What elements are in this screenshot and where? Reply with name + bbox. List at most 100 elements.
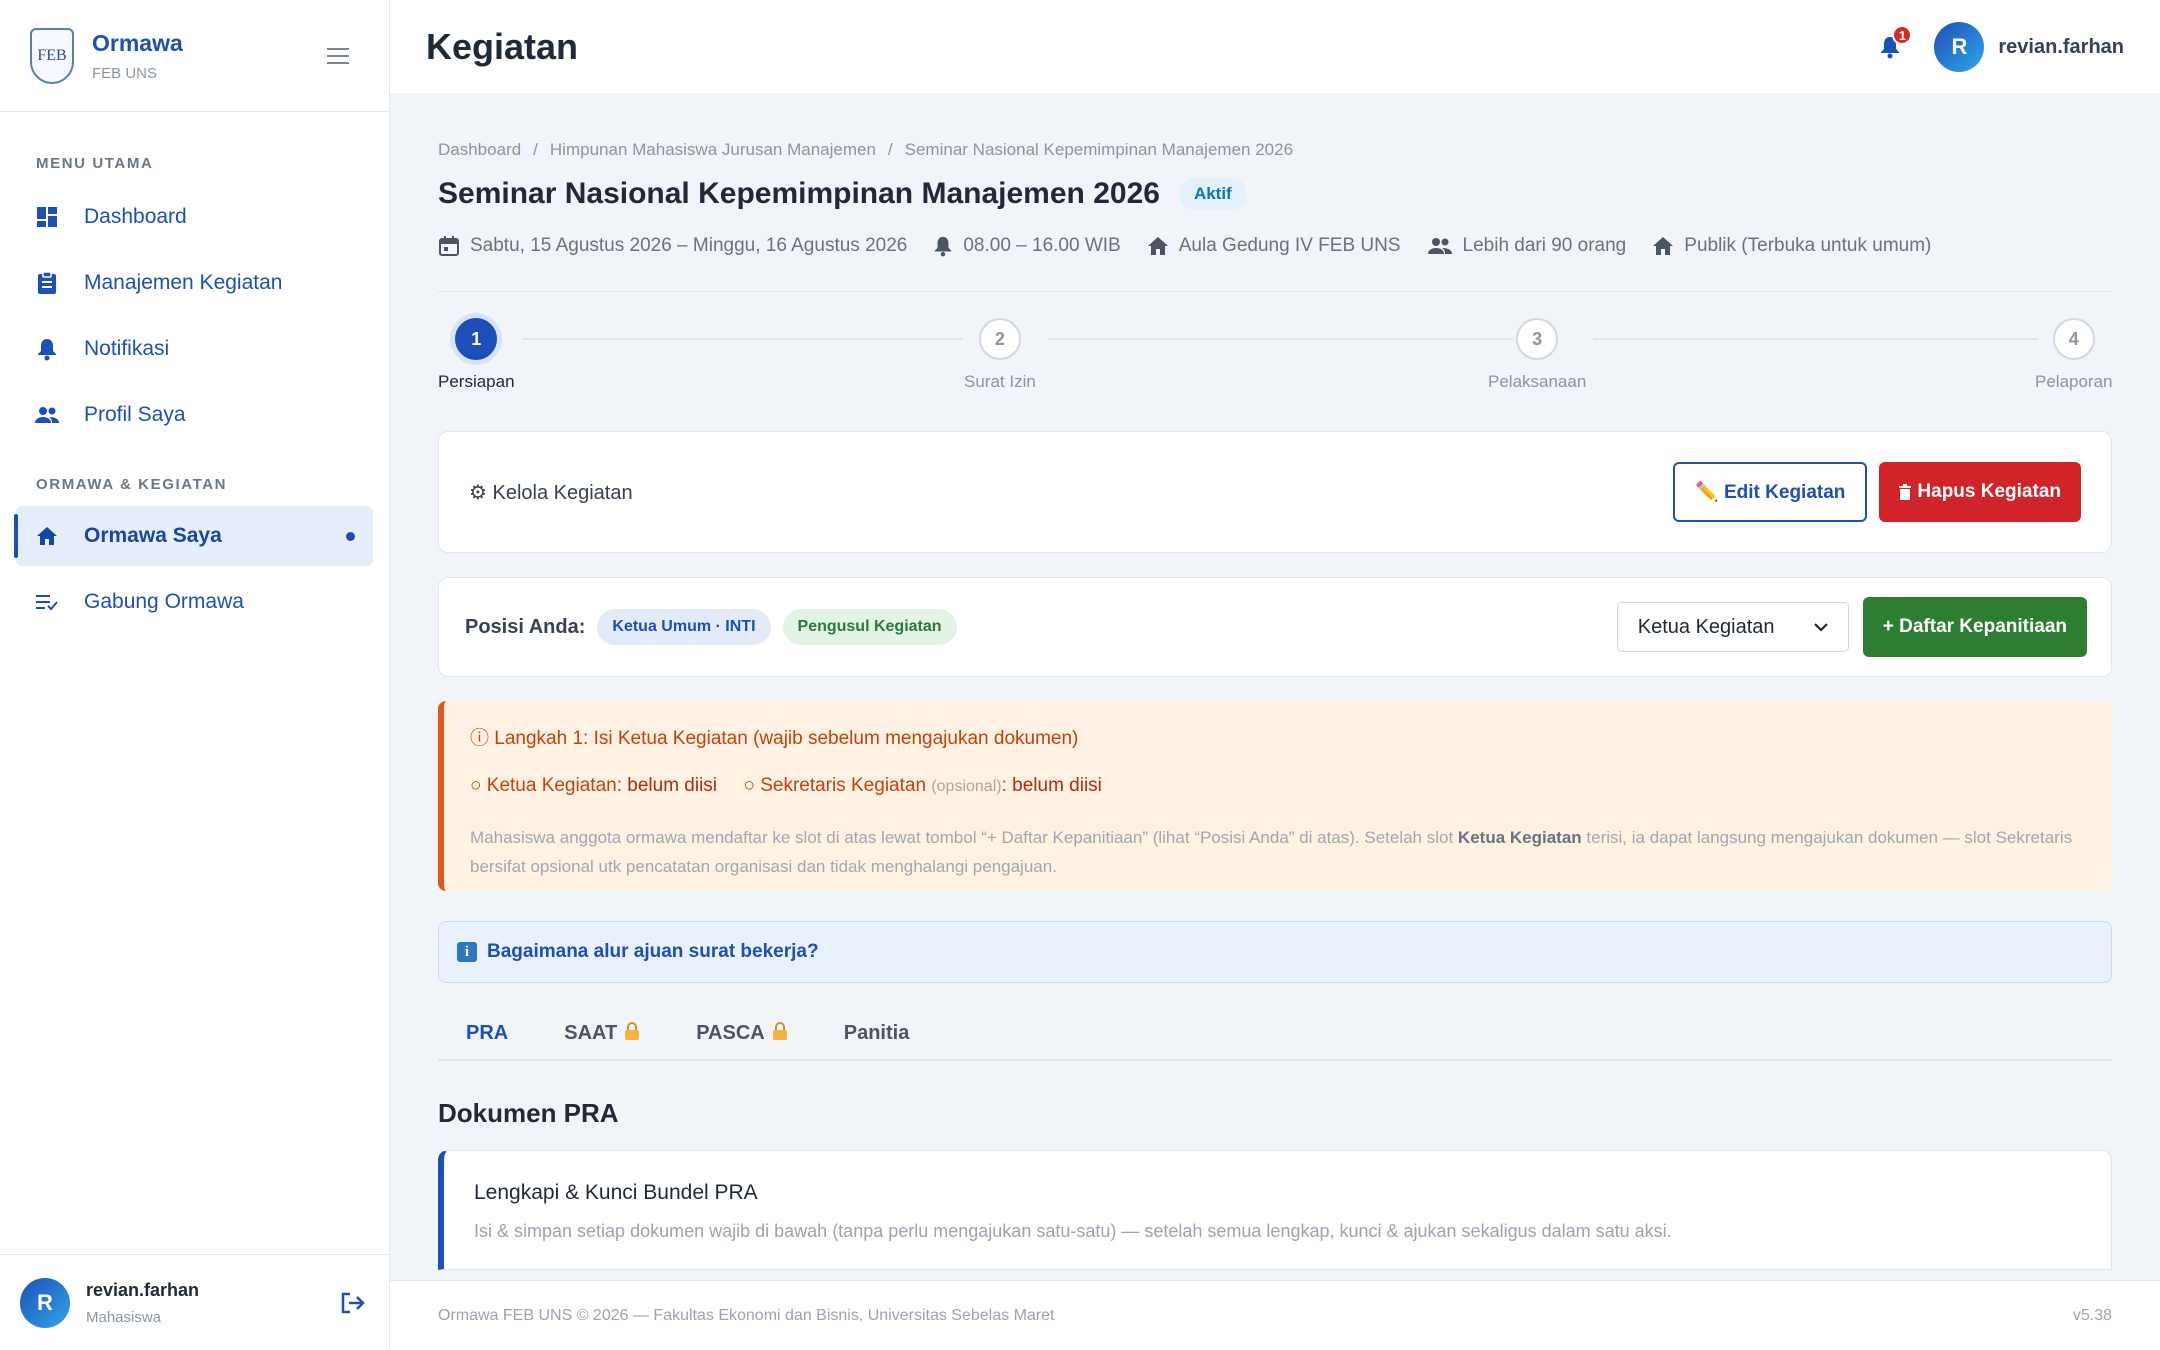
home-icon: [1147, 237, 1168, 255]
breadcrumb-ormawa[interactable]: Himpunan Mahasiswa Jurusan Manajemen: [550, 140, 876, 159]
active-indicator-dot: [346, 531, 355, 541]
notification-count-badge: 1: [1892, 25, 1913, 45]
sidebar-item-notifikasi[interactable]: Notifikasi: [16, 319, 373, 379]
sidebar-user-info: revian.farhan Mahasiswa: [86, 1280, 337, 1326]
lock-icon: [772, 1022, 787, 1040]
people-icon: [1427, 238, 1452, 254]
page-title: Kegiatan: [426, 26, 579, 67]
status-badge: Aktif: [1179, 178, 1246, 210]
activity-visibility: Publik (Terbuka untuk umum): [1684, 235, 1932, 256]
bundle-pra-card: Lengkapi & Kunci Bundel PRA Isi & simpan…: [438, 1150, 2112, 1270]
position-chip-pengusul: Pengusul Kegiatan: [782, 609, 957, 645]
activity-title-row: Seminar Nasional Kepemimpinan Manajemen …: [438, 177, 1246, 211]
stepper-line: [1048, 338, 1513, 340]
step-persiapan[interactable]: 1 Persiapan: [438, 318, 515, 392]
divider: [438, 291, 2112, 292]
hapus-kegiatan-button[interactable]: Hapus Kegiatan: [1879, 462, 2081, 522]
edit-kegiatan-button[interactable]: ✏️ Edit Kegiatan: [1673, 462, 1868, 522]
breadcrumb-dashboard[interactable]: Dashboard: [438, 140, 521, 159]
sidebar-item-label: Dashboard: [84, 205, 187, 228]
bell-icon: [34, 336, 60, 362]
stepper-line: [523, 338, 963, 340]
activity-meta: Sabtu, 15 Agustus 2026 – Minggu, 16 Agus…: [438, 235, 1957, 257]
section-title: Dokumen PRA: [438, 1098, 619, 1128]
home-icon: [1653, 237, 1674, 255]
trash-icon: [1899, 484, 1912, 500]
activity-time: 08.00 – 16.00 WIB: [963, 235, 1121, 256]
section-label-org: ORMAWA & KEGIATAN: [36, 476, 228, 493]
posisi-anda-card: Posisi Anda: Ketua Umum · INTI Pengusul …: [438, 577, 2112, 677]
sidebar-item-ormawa-saya[interactable]: Ormawa Saya: [14, 506, 373, 566]
bell-icon: [935, 236, 952, 257]
bundle-title: Lengkapi & Kunci Bundel PRA: [474, 1181, 758, 1204]
info-text: Bagaimana alur ajuan surat bekerja?: [487, 941, 819, 962]
alur-ajuan-info-toggle[interactable]: i Bagaimana alur ajuan surat bekerja?: [438, 921, 2112, 983]
step-pelaporan[interactable]: 4 Pelaporan: [2035, 318, 2113, 392]
app-name: Ormawa: [92, 29, 183, 56]
role-select[interactable]: Ketua Kegiatan: [1616, 602, 1849, 652]
sidebar-user-role: Mahasiswa: [86, 1308, 162, 1326]
sidebar-user-name: revian.farhan: [86, 1279, 200, 1300]
sidebar: FEB Ormawa FEB UNS MENU UTAMA Dashboard …: [0, 0, 390, 1350]
sidebar-item-label: Manajemen Kegiatan: [84, 271, 283, 294]
sidebar-item-label: Profil Saya: [84, 403, 186, 426]
app-subtitle: FEB UNS: [92, 64, 158, 82]
logout-icon[interactable]: [337, 1287, 369, 1319]
activity-date: Sabtu, 15 Agustus 2026 – Minggu, 16 Agus…: [470, 235, 908, 256]
list-add-icon: [34, 589, 60, 615]
posisi-label: Posisi Anda:: [465, 615, 586, 638]
sidebar-item-gabung-ormawa[interactable]: Gabung Ormawa: [16, 572, 373, 632]
kelola-label: ⚙ Kelola Kegiatan: [469, 481, 633, 504]
dashboard-icon: [34, 204, 60, 230]
activity-place: Aula Gedung IV FEB UNS: [1178, 235, 1401, 256]
notification-bell-icon[interactable]: 1: [1870, 25, 1913, 67]
info-icon: i: [457, 942, 477, 962]
sidebar-item-label: Ormawa Saya: [84, 524, 222, 547]
circle-icon: ○: [470, 775, 482, 796]
sidebar-item-manajemen-kegiatan[interactable]: Manajemen Kegiatan: [16, 253, 373, 313]
progress-stepper: 1 Persiapan 2 Surat Izin 3 Pelaksanaan 4…: [438, 318, 2113, 398]
warning-title: ⓘ Langkah 1: Isi Ketua Kegiatan (wajib s…: [470, 728, 1079, 749]
app-version: v5.38: [2072, 1306, 2112, 1324]
people-icon: [34, 402, 60, 428]
brand-header: FEB Ormawa FEB UNS: [0, 0, 389, 112]
sidebar-item-profil-saya[interactable]: Profil Saya: [16, 385, 373, 445]
step-pelaksanaan[interactable]: 3 Pelaksanaan: [1488, 318, 1586, 392]
stepper-line: [1593, 338, 2038, 340]
menu-toggle-icon[interactable]: [327, 47, 359, 64]
warning-description: Mahasiswa anggota ormawa mendaftar ke sl…: [470, 828, 2073, 876]
kelola-kegiatan-card: ⚙ Kelola Kegiatan ✏️ Edit Kegiatan Hapus…: [438, 431, 2112, 553]
calendar-icon: [439, 236, 459, 256]
activity-title: Seminar Nasional Kepemimpinan Manajemen …: [438, 177, 1160, 210]
section-label-main: MENU UTAMA: [36, 155, 154, 172]
top-user-name: revian.farhan: [1998, 35, 2124, 58]
daftar-kepanitiaan-button[interactable]: + Daftar Kepanitiaan: [1862, 597, 2087, 657]
sidebar-user-panel: R revian.farhan Mahasiswa: [0, 1254, 389, 1350]
avatar: R: [1934, 22, 1985, 72]
chevron-down-icon: [1813, 623, 1828, 632]
tab-pasca[interactable]: PASCA: [668, 1013, 816, 1059]
lock-icon: [625, 1022, 640, 1040]
activity-participants: Lebih dari 90 orang: [1462, 235, 1627, 256]
warning-status-row: ○ Ketua Kegiatan: belum diisi ○ Sekretar…: [470, 775, 1102, 796]
document-tabs: PRA SAAT PASCA Panitia: [438, 1013, 2112, 1061]
step-warning-alert: ⓘ Langkah 1: Isi Ketua Kegiatan (wajib s…: [438, 701, 2112, 891]
position-chip-ketua: Ketua Umum · INTI: [597, 609, 771, 645]
brand-text: Ormawa FEB UNS: [92, 30, 327, 82]
tab-pra[interactable]: PRA: [438, 1013, 536, 1059]
bundle-description: Isi & simpan setiap dokumen wajib di baw…: [474, 1221, 1672, 1241]
circle-icon: ○: [743, 775, 755, 796]
footer-text: Ormawa FEB UNS © 2026 — Fakultas Ekonomi…: [438, 1306, 1055, 1324]
step-surat-izin[interactable]: 2 Surat Izin: [964, 318, 1036, 392]
tab-saat[interactable]: SAAT: [536, 1013, 668, 1059]
avatar: R: [20, 1277, 70, 1328]
breadcrumb: Dashboard / Himpunan Mahasiswa Jurusan Man…: [438, 140, 1294, 159]
breadcrumb-current: Seminar Nasional Kepemimpinan Manajemen …: [904, 140, 1294, 159]
feb-logo: FEB: [30, 27, 74, 84]
sidebar-item-dashboard[interactable]: Dashboard: [16, 187, 373, 247]
user-menu[interactable]: R revian.farhan: [1934, 22, 2124, 72]
tab-panitia[interactable]: Panitia: [816, 1013, 938, 1059]
topbar: Kegiatan 1 R revian.farhan: [390, 0, 2160, 95]
home-icon: [34, 523, 60, 549]
clipboard-icon: [34, 270, 60, 296]
